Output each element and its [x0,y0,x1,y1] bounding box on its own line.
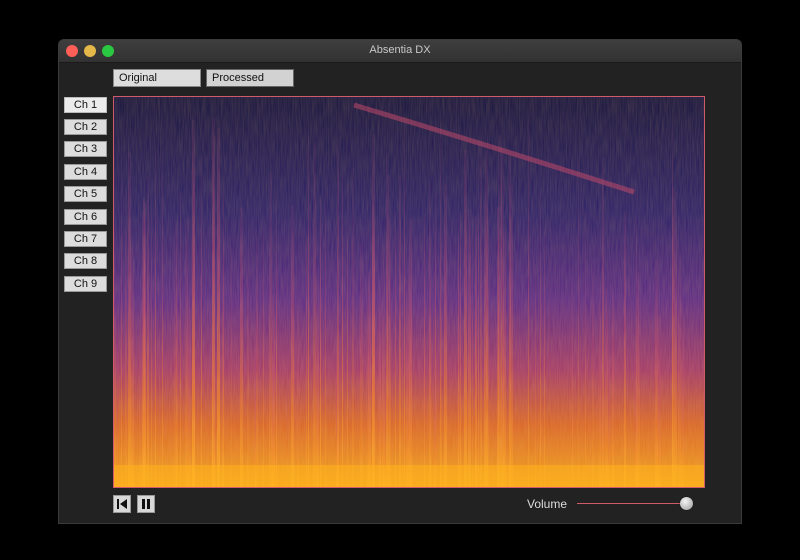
spectrogram-noise [114,97,704,487]
rewind-button[interactable] [113,495,131,513]
channel-2-button[interactable]: Ch 2 [64,119,107,135]
skip-back-icon [117,499,127,509]
original-view-button[interactable]: Original [113,69,201,87]
spectrogram-image [114,97,704,487]
channel-3-button[interactable]: Ch 3 [64,141,107,157]
channel-4-button[interactable]: Ch 4 [64,164,107,180]
channel-7-button[interactable]: Ch 7 [64,231,107,247]
volume-slider-handle[interactable] [680,497,693,510]
channel-5-button[interactable]: Ch 5 [64,186,107,202]
title-bar[interactable]: Absentia DX [59,40,741,63]
volume-slider-track[interactable] [577,503,685,504]
channel-6-button[interactable]: Ch 6 [64,209,107,225]
pause-button[interactable] [137,495,155,513]
app-window: Absentia DX Original Processed Ch 1 Ch 2… [59,40,741,523]
spectrogram-view[interactable] [113,96,705,488]
pause-icon [142,499,150,509]
channel-9-button[interactable]: Ch 9 [64,276,107,292]
volume-label: Volume [527,497,568,511]
processed-view-button[interactable]: Processed [206,69,294,87]
channel-8-button[interactable]: Ch 8 [64,253,107,269]
spectrogram-low-band [114,465,704,487]
channel-1-button[interactable]: Ch 1 [64,97,107,113]
window-title: Absentia DX [369,44,431,56]
